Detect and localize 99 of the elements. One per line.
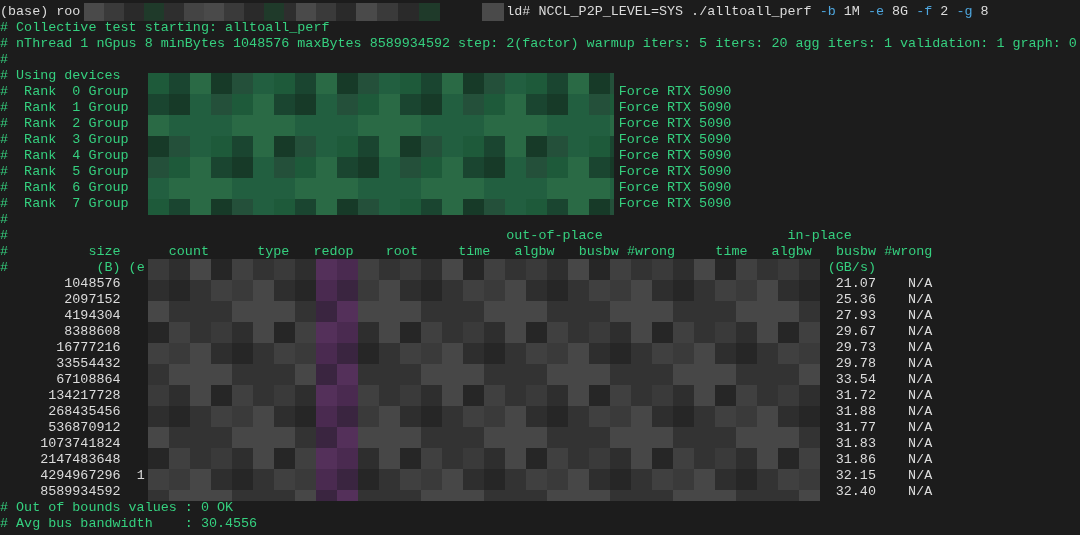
table-cell: 16777216 <box>56 340 121 355</box>
column-header: busbw <box>835 244 877 259</box>
table-cell: 31.86 <box>835 452 876 467</box>
column-header: algbw <box>514 244 555 259</box>
column-header: count <box>168 244 209 259</box>
table-cell: 268435456 <box>48 404 121 419</box>
column-header: #wrong <box>884 244 933 259</box>
column-header: type <box>257 244 290 259</box>
device-label: # Rank 0 Group <box>0 84 129 99</box>
column-header: time <box>458 244 491 259</box>
shell-prompt: ld# <box>506 4 531 19</box>
output-line: # <box>0 244 9 259</box>
device-label: # Rank 1 Group <box>0 100 129 115</box>
device-name: Force RTX 5090 <box>618 164 732 179</box>
table-cell: 21.07 <box>835 276 876 291</box>
table-cell: N/A <box>908 372 933 387</box>
command-text: NCCL_P2P_LEVEL=SYS ./alltoall_perf <box>538 4 812 19</box>
column-header: algbw <box>771 244 812 259</box>
column-group-header: in-place <box>787 228 852 243</box>
command-text: 8G <box>892 4 909 19</box>
table-cell: 29.67 <box>835 324 876 339</box>
table-cell: N/A <box>908 324 933 339</box>
command-text: 2 <box>940 4 949 19</box>
table-cell: 27.93 <box>835 308 876 323</box>
table-cell: 29.78 <box>835 356 876 371</box>
column-header: root <box>385 244 418 259</box>
table-cell: 8589934592 <box>40 484 121 499</box>
table-cell: N/A <box>908 436 933 451</box>
table-cell: N/A <box>908 308 933 323</box>
table-cell: 2147483648 <box>40 452 121 467</box>
table-cell: 31.77 <box>835 420 876 435</box>
table-cell: 25.36 <box>835 292 876 307</box>
device-name: Force RTX 5090 <box>618 116 732 131</box>
command-option-text: -e <box>867 4 884 19</box>
table-cell: N/A <box>908 388 933 403</box>
device-label: # Rank 4 Group <box>0 148 129 163</box>
table-cell: N/A <box>908 404 933 419</box>
table-cell: N/A <box>908 276 933 291</box>
output-line: # Using devices <box>0 68 121 83</box>
device-name: Force RTX 5090 <box>618 148 732 163</box>
output-line: # <box>0 212 9 227</box>
device-name: Force RTX 5090 <box>618 196 732 211</box>
column-header: redop <box>313 244 354 259</box>
column-unit: (B) <box>96 260 121 275</box>
device-label: # Rank 3 Group <box>0 132 129 147</box>
output-line: # <box>0 260 9 275</box>
table-cell: 2097152 <box>64 292 121 307</box>
table-cell: 32.40 <box>835 484 876 499</box>
command-option-text: -f <box>916 4 933 19</box>
table-cell: 134217728 <box>48 388 121 403</box>
output-line: # nThread 1 nGpus 8 minBytes 1048576 maxBytes 8589934592 step: 2(factor) warmup iters: 5 iters: 20 agg iters: 1 validation: 1 graph: 0 <box>0 36 1077 51</box>
table-cell: 1048576 <box>64 276 121 291</box>
command-text: 1M <box>843 4 860 19</box>
table-cell: 31.72 <box>835 388 876 403</box>
table-cell: N/A <box>908 484 933 499</box>
column-header: size <box>88 244 121 259</box>
output-line: # <box>0 52 9 67</box>
device-name: Force RTX 5090 <box>618 100 732 115</box>
device-name: Force RTX 5090 <box>618 84 732 99</box>
table-cell: 1 <box>136 468 145 483</box>
table-cell: 4294967296 <box>40 468 121 483</box>
column-group-header: out-of-place <box>506 228 603 243</box>
table-cell: N/A <box>908 468 933 483</box>
column-unit: (GB/s) <box>827 260 876 275</box>
table-cell: 31.88 <box>835 404 876 419</box>
command-option-text: -g <box>956 4 973 19</box>
device-label: # Rank 6 Group <box>0 180 129 195</box>
table-cell: N/A <box>908 356 933 371</box>
table-cell: N/A <box>908 420 933 435</box>
table-cell: 1073741824 <box>40 436 121 451</box>
table-cell: 536870912 <box>48 420 121 435</box>
output-line: # <box>0 228 9 243</box>
device-name: Force RTX 5090 <box>618 132 732 147</box>
column-unit: (e <box>128 260 145 275</box>
table-cell: 29.73 <box>835 340 876 355</box>
device-name: Force RTX 5090 <box>618 180 732 195</box>
output-line: # Avg bus bandwidth : 30.4556 <box>0 516 258 531</box>
table-cell: 31.83 <box>835 436 876 451</box>
command-option-text: -b <box>819 4 836 19</box>
table-cell: 32.15 <box>835 468 876 483</box>
column-header: #wrong <box>626 244 676 259</box>
table-cell: 4194304 <box>64 308 121 323</box>
table-cell: 33554432 <box>56 356 121 371</box>
device-label: # Rank 5 Group <box>0 164 129 179</box>
table-cell: N/A <box>908 452 933 467</box>
shell-prompt: (base) roo <box>0 4 81 19</box>
device-label: # Rank 7 Group <box>0 196 129 211</box>
column-header: time <box>715 244 748 259</box>
table-cell: 8388608 <box>64 324 121 339</box>
output-line: # Collective test starting: alltoall_perf <box>0 20 330 35</box>
table-cell: N/A <box>908 292 933 307</box>
table-cell: 33.54 <box>835 372 876 387</box>
table-cell: 67108864 <box>56 372 121 387</box>
column-header: busbw <box>578 244 619 259</box>
command-text: 8 <box>980 4 989 19</box>
redaction-mosaic <box>482 3 504 21</box>
table-cell: N/A <box>908 340 933 355</box>
output-line: # Out of bounds values : 0 OK <box>0 500 234 515</box>
device-label: # Rank 2 Group <box>0 116 129 131</box>
